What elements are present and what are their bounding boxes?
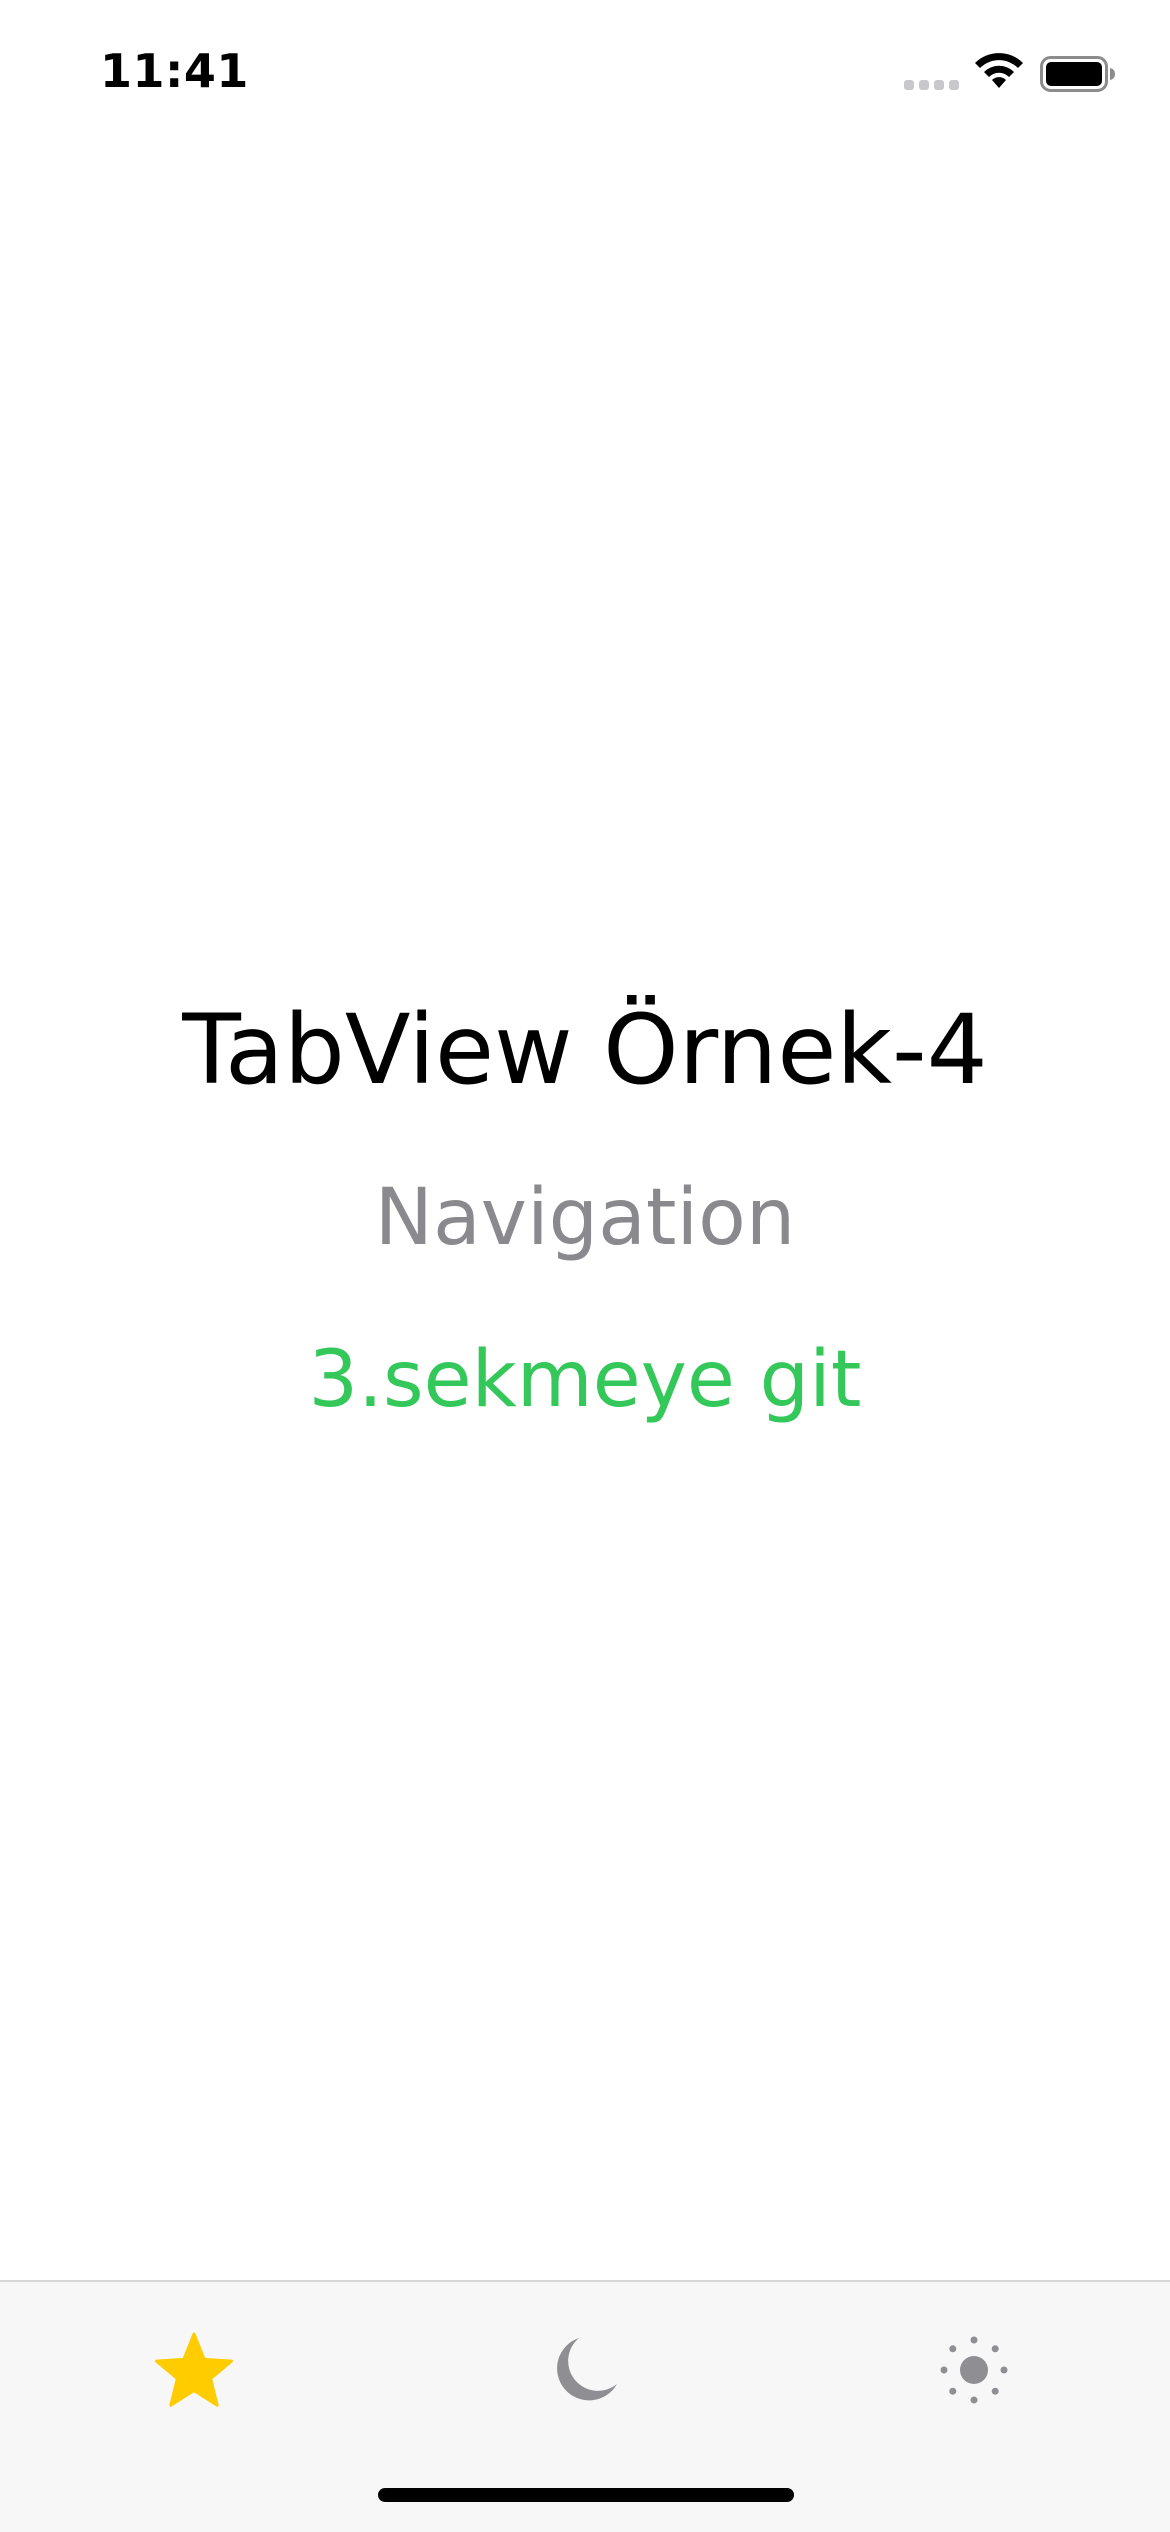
moon-icon bbox=[557, 2338, 617, 2401]
main-content: TabView Örnek-4 Navigation 3.sekmeye git bbox=[0, 0, 1170, 2280]
tab-moon[interactable] bbox=[525, 2310, 645, 2430]
star-icon bbox=[155, 2332, 233, 2407]
page-title: TabView Örnek-4 bbox=[182, 994, 988, 1106]
navigation-label: Navigation bbox=[374, 1173, 796, 1263]
sun-icon bbox=[940, 2336, 1008, 2404]
home-indicator[interactable] bbox=[378, 2488, 794, 2502]
go-to-third-tab-link[interactable]: 3.sekmeye git bbox=[309, 1330, 862, 1430]
tab-sun[interactable] bbox=[914, 2310, 1034, 2430]
tab-star[interactable] bbox=[134, 2310, 254, 2430]
